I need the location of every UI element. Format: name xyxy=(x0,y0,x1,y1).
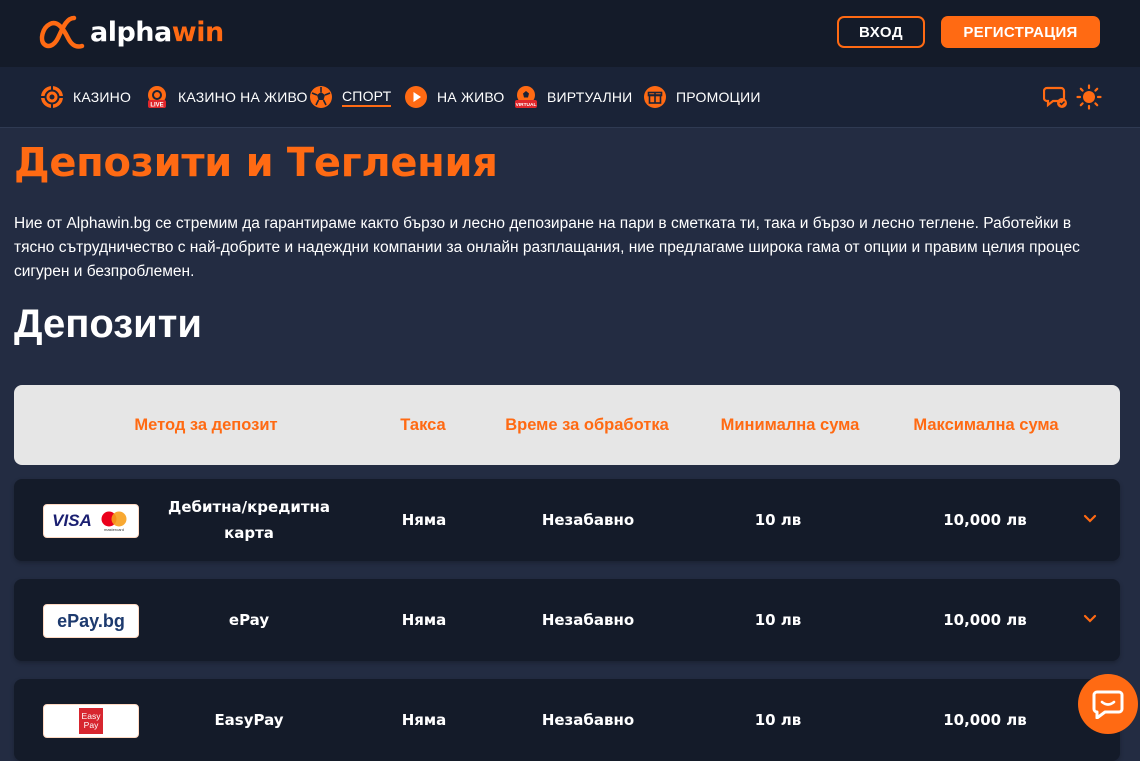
alpha-symbol-icon xyxy=(39,15,85,49)
nav-label: ВИРТУАЛНИ xyxy=(547,89,633,105)
cell-max: 10,000 лв xyxy=(943,711,1027,729)
top-bar: alphawin ВХОД РЕГИСТРАЦИЯ xyxy=(0,0,1140,67)
play-icon xyxy=(403,84,429,110)
theme-toggle-sun-icon[interactable] xyxy=(1076,84,1102,110)
register-button[interactable]: РЕГИСТРАЦИЯ xyxy=(941,16,1100,48)
epay-logo: ePay.bg xyxy=(43,604,139,638)
page-title: Депозити и Тегления xyxy=(14,140,498,186)
table-row[interactable]: VISA mastercard Дебитна/кредитна карта Н… xyxy=(14,479,1120,561)
cell-fee: Няма xyxy=(401,511,447,529)
header-method: Метод за депозит xyxy=(134,415,278,434)
live-casino-icon: LIVE xyxy=(144,84,170,110)
cell-method: Дебитна/кредитна карта xyxy=(167,498,331,542)
header-max-amount: Максимална сума xyxy=(913,415,1059,434)
header-min-amount: Минимална сума xyxy=(720,415,860,434)
nav-label: КАЗИНО xyxy=(73,89,132,105)
chevron-down-icon[interactable] xyxy=(1082,611,1098,627)
easypay-logo: Easy Pay xyxy=(43,704,139,738)
cell-method: ePay xyxy=(228,611,270,629)
live-chat-button[interactable] xyxy=(1078,674,1138,734)
chevron-down-icon[interactable] xyxy=(1082,511,1098,527)
football-icon xyxy=(308,84,334,110)
cell-min: 10 лв xyxy=(754,711,802,729)
main-nav: КАЗИНО LIVE КАЗИНО НА ЖИВО СПОРТ НА ЖИВО… xyxy=(0,67,1140,128)
cell-processing: Незабавно xyxy=(541,611,635,629)
section-title-deposits: Депозити xyxy=(14,302,202,346)
casino-chip-icon xyxy=(39,84,65,110)
nav-label: ПРОМОЦИИ xyxy=(676,89,761,105)
visa-mastercard-logo: VISA mastercard xyxy=(43,504,139,538)
cell-min: 10 лв xyxy=(754,511,802,529)
support-chat-icon[interactable] xyxy=(1042,84,1069,110)
virtual-sports-icon: VIRTUAL xyxy=(513,84,539,110)
cell-max: 10,000 лв xyxy=(943,611,1027,629)
header-fee: Такса xyxy=(400,415,446,434)
mastercard-icon: mastercard xyxy=(101,511,127,532)
cell-min: 10 лв xyxy=(754,611,802,629)
cell-processing: Незабавно xyxy=(541,711,635,729)
nav-label: СПОРТ xyxy=(342,88,392,107)
cell-method: EasyPay xyxy=(214,711,284,729)
cell-fee: Няма xyxy=(401,611,447,629)
nav-label: КАЗИНО НА ЖИВО xyxy=(178,89,308,105)
alphawin-logo[interactable]: alphawin xyxy=(38,12,224,52)
mastercard-logo-text: mastercard xyxy=(104,527,124,532)
table-header: Метод за депозит Такса Време за обработк… xyxy=(14,385,1120,465)
logo-text-win: win xyxy=(171,16,224,48)
logo-text-alpha: alpha xyxy=(90,16,172,48)
nav-item-live[interactable]: НА ЖИВО xyxy=(403,84,505,110)
nav-item-live-casino[interactable]: LIVE КАЗИНО НА ЖИВО xyxy=(144,84,308,110)
nav-item-promotions[interactable]: ПРОМОЦИИ xyxy=(642,84,761,110)
virtual-badge: VIRTUAL xyxy=(516,102,537,108)
table-row[interactable]: ePay.bg ePay Няма Незабавно 10 лв 10,000… xyxy=(14,579,1120,661)
live-badge: LIVE xyxy=(150,103,163,109)
nav-item-sport[interactable]: СПОРТ xyxy=(308,84,392,110)
login-button[interactable]: ВХОД xyxy=(837,16,925,48)
table-row[interactable]: Easy Pay EasyPay Няма Незабавно 10 лв 10… xyxy=(14,679,1120,761)
nav-item-virtual[interactable]: VIRTUAL ВИРТУАЛНИ xyxy=(513,84,632,110)
cell-processing: Незабавно xyxy=(541,511,635,529)
cell-max: 10,000 лв xyxy=(943,511,1027,529)
easypay-logo-text: Easy Pay xyxy=(79,708,103,734)
visa-logo-text: VISA xyxy=(52,511,92,530)
gift-icon xyxy=(642,84,668,110)
header-processing-time: Време за обработка xyxy=(505,415,669,434)
epay-logo-text: ePay.bg xyxy=(57,610,125,631)
intro-paragraph: Ние от Alphawin.bg се стремим да гаранти… xyxy=(14,215,1080,280)
nav-label: НА ЖИВО xyxy=(437,89,505,105)
nav-item-casino[interactable]: КАЗИНО xyxy=(39,84,131,110)
cell-fee: Няма xyxy=(401,711,447,729)
chat-bubble-icon xyxy=(1092,690,1124,719)
